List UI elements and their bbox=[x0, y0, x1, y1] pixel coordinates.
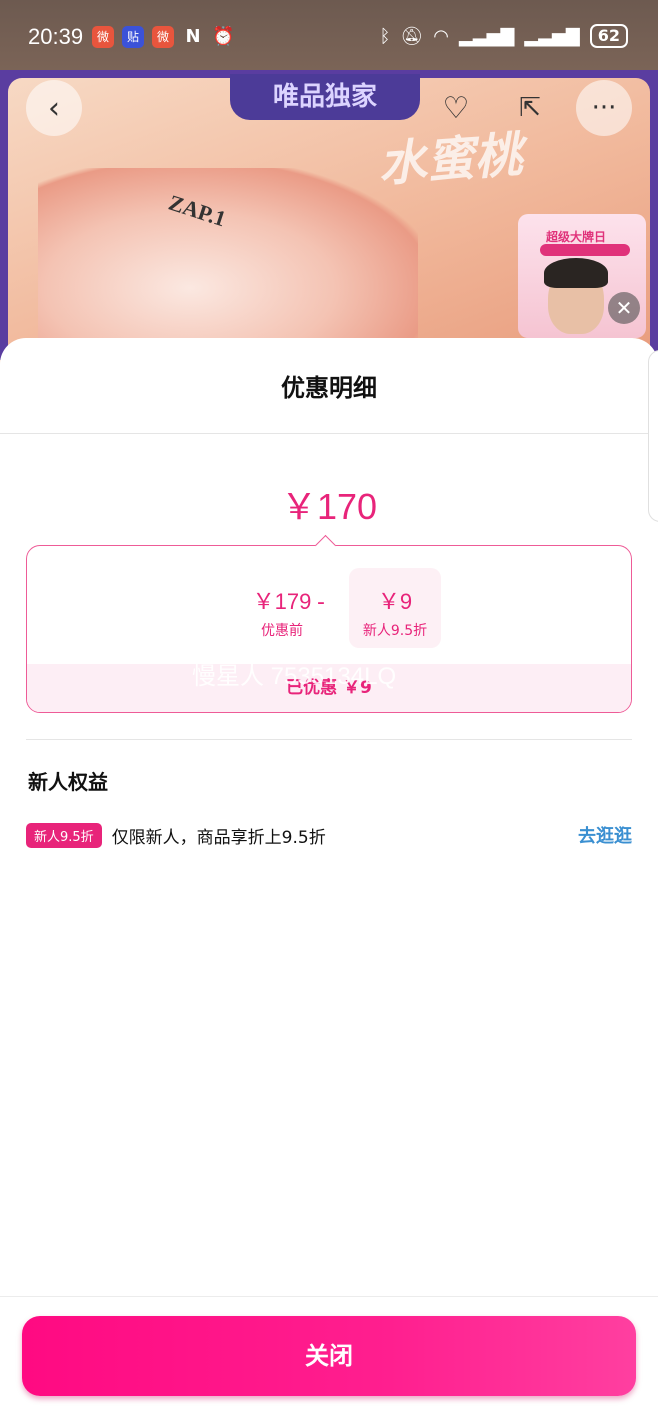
favorite-button[interactable]: ♡ bbox=[428, 80, 484, 136]
divider bbox=[26, 739, 632, 740]
more-button[interactable]: ··· bbox=[576, 80, 632, 136]
notification-icons: 微 贴 微 N ⏰ bbox=[92, 26, 234, 48]
mute-icon: 🔕︎ bbox=[400, 25, 424, 47]
weibo-icon: 微 bbox=[152, 26, 174, 48]
benefit-badge: 新人9.5折 bbox=[26, 822, 102, 848]
live-title: 超级大牌日 bbox=[546, 230, 607, 244]
browse-link[interactable]: 去逛逛 bbox=[578, 822, 632, 848]
share-icon: ⇱ bbox=[519, 93, 541, 123]
battery-indicator: 62 bbox=[589, 24, 628, 48]
alarm-icon: ⏰ bbox=[212, 26, 235, 47]
live-subtitle-bar bbox=[540, 244, 630, 256]
divider bbox=[0, 433, 658, 434]
section-title: 新人权益 bbox=[28, 770, 108, 794]
price-breakdown-box: ￥179 优惠前 - ￥9 新人9.5折 已优惠 ￥9 慢星人 7535134L… bbox=[26, 545, 632, 713]
discount-block: ￥9 新人9.5折 bbox=[349, 568, 441, 648]
system-icons: ᛒ 🔕︎ ◠ ▂▃▅▇ ▂▃▅▇ 62 bbox=[380, 24, 628, 48]
product-banner: ZAP.1 水蜜桃 唯品独家 ‹ ♡ ⇱ ··· 超级大牌日 ✕ bbox=[0, 70, 658, 368]
wifi-icon: ◠ bbox=[433, 25, 449, 47]
discount-value: ￥9 bbox=[377, 589, 413, 614]
chevron-left-icon: ‹ bbox=[48, 90, 60, 126]
live-close-button[interactable]: ✕ bbox=[608, 292, 640, 324]
discount-detail-sheet: 优惠明细 ￥170 ￥179 优惠前 - ￥9 新人9.5折 已优惠 ￥9 慢星… bbox=[0, 338, 658, 1416]
benefit-row: 新人9.5折 仅限新人，商品享折上9.5折 去逛逛 bbox=[26, 820, 632, 850]
signal-icon: ▂▃▅▇ bbox=[524, 25, 580, 47]
exclusive-badge: 唯品独家 bbox=[230, 74, 420, 120]
weibo-icon: 微 bbox=[92, 26, 114, 48]
close-button[interactable]: 关闭 bbox=[22, 1316, 636, 1396]
minus-sign: - bbox=[317, 590, 325, 615]
discount-label: 新人9.5折 bbox=[362, 623, 428, 639]
close-icon: ✕ bbox=[615, 296, 633, 320]
signal-icon: ▂▃▅▇ bbox=[458, 25, 515, 47]
back-button[interactable]: ‹ bbox=[26, 80, 82, 136]
side-drawer-handle[interactable] bbox=[648, 350, 658, 522]
more-icon: ··· bbox=[591, 93, 617, 123]
tieba-icon: 贴 bbox=[122, 26, 144, 48]
sheet-title: 优惠明细 bbox=[281, 374, 377, 402]
status-time: 20:39 bbox=[28, 24, 84, 49]
watermark: 慢星人 7535134LQ bbox=[192, 663, 397, 690]
status-bar: 20:39 微 贴 微 N ⏰ ᛒ 🔕︎ ◠ ▂▃▅▇ ▂▃▅▇ 62 bbox=[0, 0, 658, 70]
bluetooth-icon: ᛒ bbox=[379, 25, 391, 47]
heart-plus-icon: ♡ bbox=[442, 90, 470, 126]
host-hair bbox=[544, 258, 608, 288]
nfc-icon: N bbox=[185, 26, 201, 47]
share-button[interactable]: ⇱ bbox=[502, 80, 558, 136]
original-price-label: 优惠前 bbox=[261, 623, 303, 639]
divider bbox=[0, 1296, 658, 1297]
final-price: ￥170 bbox=[280, 486, 378, 527]
benefit-text: 仅限新人，商品享折上9.5折 bbox=[111, 827, 326, 848]
